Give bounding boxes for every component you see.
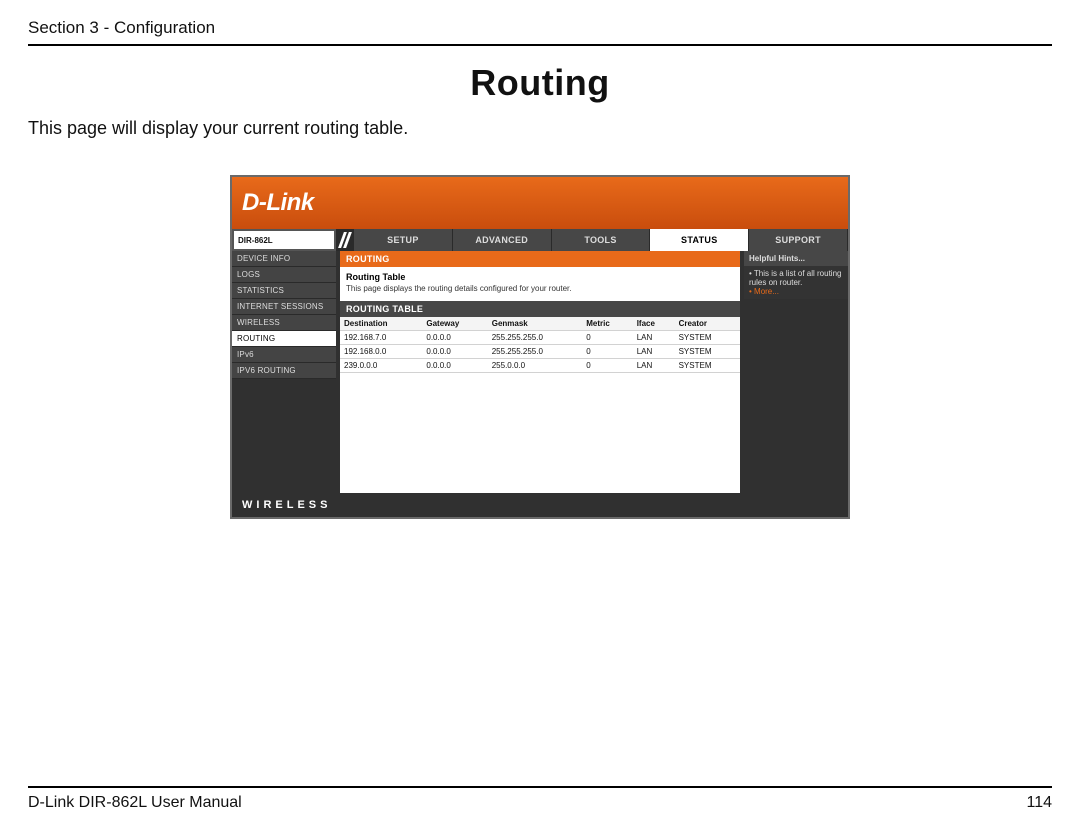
content-filler [340, 373, 740, 493]
tab-support[interactable]: SUPPORT [749, 229, 848, 251]
sidebar-item-routing[interactable]: ROUTING [232, 331, 336, 347]
footer-manual-title: D-Link DIR-862L User Manual [28, 794, 242, 812]
table-header: Metric [582, 317, 632, 331]
table-row: 192.168.7.00.0.0.0255.255.255.00LANSYSTE… [340, 331, 740, 345]
page-description: This page will display your current rout… [28, 118, 1052, 139]
panel-title: Routing Table [346, 272, 734, 282]
table-cell: 255.255.255.0 [488, 331, 583, 345]
table-cell: 239.0.0.0 [340, 359, 422, 373]
table-cell: LAN [633, 331, 675, 345]
hints-more-link[interactable]: More... [749, 287, 843, 296]
table-header: Destination [340, 317, 422, 331]
table-cell: 192.168.7.0 [340, 331, 422, 345]
tab-status[interactable]: STATUS [650, 229, 749, 251]
slash-icon [336, 229, 354, 251]
panel-text: This page displays the routing details c… [346, 284, 734, 293]
footer-page-number: 114 [1026, 794, 1052, 812]
hints-panel: Helpful Hints... This is a list of all r… [744, 251, 848, 493]
bottom-brand-bar: WIRELESS [232, 493, 848, 517]
table-cell: SYSTEM [675, 345, 740, 359]
table-header: Genmask [488, 317, 583, 331]
sidebar-item-ipv6[interactable]: IPv6 [232, 347, 336, 363]
table-cell: SYSTEM [675, 359, 740, 373]
section-heading-table: ROUTING TABLE [340, 301, 740, 317]
table-cell: 0 [582, 345, 632, 359]
sidebar: DEVICE INFOLOGSSTATISTICSINTERNET SESSIO… [232, 251, 336, 493]
sidebar-item-ipv6-routing[interactable]: IPV6 ROUTING [232, 363, 336, 379]
table-cell: 0.0.0.0 [422, 345, 487, 359]
router-screenshot: D-Link DIR-862L SETUPADVANCEDTOOLSSTATUS… [230, 175, 850, 519]
tab-advanced[interactable]: ADVANCED [453, 229, 552, 251]
hints-text: This is a list of all routing rules on r… [749, 269, 843, 287]
table-cell: 192.168.0.0 [340, 345, 422, 359]
table-cell: 255.255.255.0 [488, 345, 583, 359]
sidebar-item-logs[interactable]: LOGS [232, 267, 336, 283]
table-cell: 0.0.0.0 [422, 331, 487, 345]
table-cell: 0.0.0.0 [422, 359, 487, 373]
routing-table: DestinationGatewayGenmaskMetricIfaceCrea… [340, 317, 740, 373]
hints-heading: Helpful Hints... [744, 251, 848, 266]
brand-logo: D-Link [242, 189, 314, 217]
table-cell: 0 [582, 359, 632, 373]
page-title: Routing [28, 62, 1052, 104]
section-heading-routing: ROUTING [340, 251, 740, 267]
top-nav: DIR-862L SETUPADVANCEDTOOLSSTATUSSUPPORT [232, 229, 848, 251]
main-content: ROUTING Routing Table This page displays… [336, 251, 744, 493]
table-cell: 255.0.0.0 [488, 359, 583, 373]
model-label: DIR-862L [232, 229, 336, 251]
section-header: Section 3 - Configuration [28, 18, 1052, 46]
table-header: Gateway [422, 317, 487, 331]
tab-setup[interactable]: SETUP [354, 229, 453, 251]
table-cell: LAN [633, 345, 675, 359]
sidebar-item-statistics[interactable]: STATISTICS [232, 283, 336, 299]
table-header: Iface [633, 317, 675, 331]
sidebar-item-wireless[interactable]: WIRELESS [232, 315, 336, 331]
table-cell: 0 [582, 331, 632, 345]
table-row: 192.168.0.00.0.0.0255.255.255.00LANSYSTE… [340, 345, 740, 359]
tab-tools[interactable]: TOOLS [552, 229, 651, 251]
table-row: 239.0.0.00.0.0.0255.0.0.00LANSYSTEM [340, 359, 740, 373]
table-header: Creator [675, 317, 740, 331]
table-cell: LAN [633, 359, 675, 373]
table-cell: SYSTEM [675, 331, 740, 345]
brand-banner: D-Link [232, 177, 848, 229]
sidebar-item-device-info[interactable]: DEVICE INFO [232, 251, 336, 267]
sidebar-item-internet-sessions[interactable]: INTERNET SESSIONS [232, 299, 336, 315]
